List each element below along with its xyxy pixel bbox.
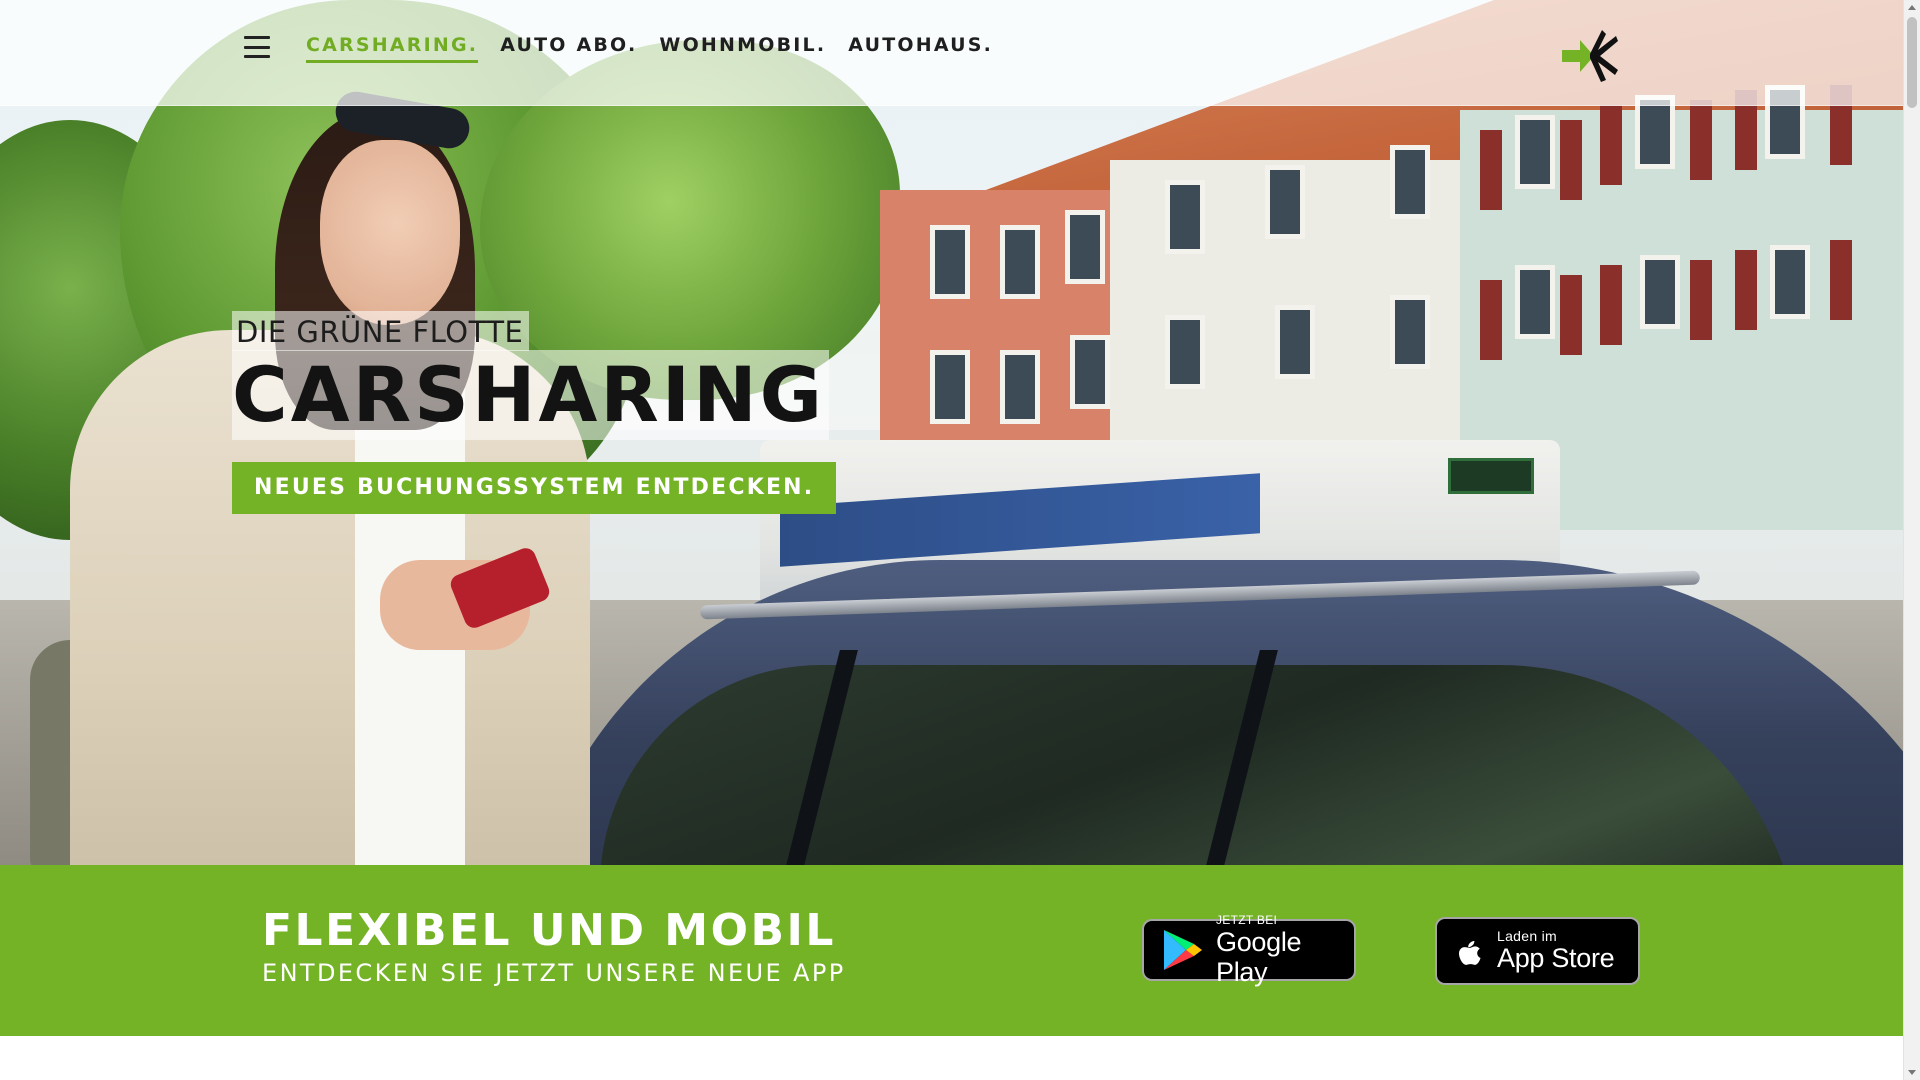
hero-bus-sign bbox=[1448, 458, 1534, 494]
scrollbar-thumb[interactable] bbox=[1907, 17, 1917, 108]
hero-window bbox=[1640, 100, 1670, 164]
hero-shutter bbox=[1480, 280, 1502, 360]
app-store-button[interactable]: Laden im App Store bbox=[1435, 917, 1640, 985]
hero-window bbox=[1645, 260, 1675, 324]
hero-shutter bbox=[1600, 265, 1622, 345]
hero-shutter bbox=[1480, 130, 1502, 210]
google-play-text: JETZT BEI Google Play bbox=[1216, 913, 1354, 987]
nav-link-carsharing[interactable]: CARSHARING. bbox=[306, 34, 479, 63]
hamburger-line bbox=[244, 45, 270, 49]
hero-window bbox=[1775, 250, 1805, 314]
app-store-big-label: App Store bbox=[1497, 943, 1615, 973]
hero-kicker: DIE GRÜNE FLOTTE bbox=[232, 311, 530, 351]
app-store-text: Laden im App Store bbox=[1497, 928, 1615, 973]
hero-window bbox=[1520, 270, 1550, 334]
hero-window bbox=[935, 355, 965, 419]
google-play-small-label: JETZT BEI bbox=[1216, 913, 1278, 927]
app-store-small-label: Laden im bbox=[1497, 928, 1557, 944]
hero-shutter bbox=[1690, 100, 1712, 180]
hero-shutter bbox=[1735, 250, 1757, 330]
top-navbar: CARSHARING. AUTO ABO. WOHNMOBIL. AUTOHAU… bbox=[0, 0, 1903, 106]
vertical-scrollbar[interactable] bbox=[1903, 0, 1920, 1080]
hero-window bbox=[1520, 120, 1550, 184]
hero-car-window bbox=[600, 665, 1800, 865]
hero-shutter bbox=[1560, 120, 1582, 200]
hero-person-face bbox=[320, 140, 460, 325]
hero-window bbox=[1075, 340, 1105, 404]
scroll-up-arrow-icon[interactable] bbox=[1908, 5, 1916, 10]
google-play-icon bbox=[1164, 930, 1202, 970]
hero-window bbox=[1070, 215, 1100, 279]
hero-window bbox=[1395, 300, 1425, 364]
discover-booking-system-button[interactable]: NEUES BUCHUNGSSYSTEM ENTDECKEN. bbox=[232, 462, 837, 514]
hero-window bbox=[935, 230, 965, 294]
hero-window bbox=[1395, 150, 1425, 214]
page: CARSHARING. AUTO ABO. WOHNMOBIL. AUTOHAU… bbox=[0, 0, 1920, 1080]
nav-link-wohnmobil[interactable]: WOHNMOBIL. bbox=[659, 34, 826, 63]
apple-icon bbox=[1459, 941, 1481, 965]
main-nav: CARSHARING. AUTO ABO. WOHNMOBIL. AUTOHAU… bbox=[306, 34, 993, 63]
google-play-big-label: Google Play bbox=[1216, 927, 1302, 987]
hamburger-menu-icon[interactable] bbox=[244, 36, 270, 58]
hero-shutter bbox=[1690, 260, 1712, 340]
hero-title: CARSHARING bbox=[232, 350, 830, 440]
hero-window bbox=[1005, 355, 1035, 419]
band-subtitle: ENTDECKEN SIE JETZT UNSERE NEUE APP bbox=[262, 959, 846, 987]
hero-window bbox=[1280, 310, 1310, 374]
arrow-logo-icon[interactable] bbox=[1560, 28, 1620, 84]
hero-window bbox=[1170, 320, 1200, 384]
nav-link-auto-abo[interactable]: AUTO ABO. bbox=[500, 34, 637, 63]
hamburger-line bbox=[244, 55, 270, 58]
hero-shutter bbox=[1600, 105, 1622, 185]
page-content-below bbox=[0, 1036, 1903, 1080]
app-promo-band: FLEXIBEL UND MOBIL ENTDECKEN SIE JETZT U… bbox=[0, 865, 1903, 1036]
band-title: FLEXIBEL UND MOBIL bbox=[262, 905, 836, 956]
hamburger-line bbox=[244, 36, 270, 39]
google-play-button[interactable]: JETZT BEI Google Play bbox=[1142, 913, 1356, 987]
hero-window bbox=[1170, 185, 1200, 249]
hero-shutter bbox=[1830, 240, 1852, 320]
hero-window bbox=[1005, 230, 1035, 294]
hero-window bbox=[1270, 170, 1300, 234]
nav-link-autohaus[interactable]: AUTOHAUS. bbox=[848, 34, 993, 63]
scroll-down-arrow-icon[interactable] bbox=[1908, 1070, 1916, 1075]
hero-shutter bbox=[1560, 275, 1582, 355]
